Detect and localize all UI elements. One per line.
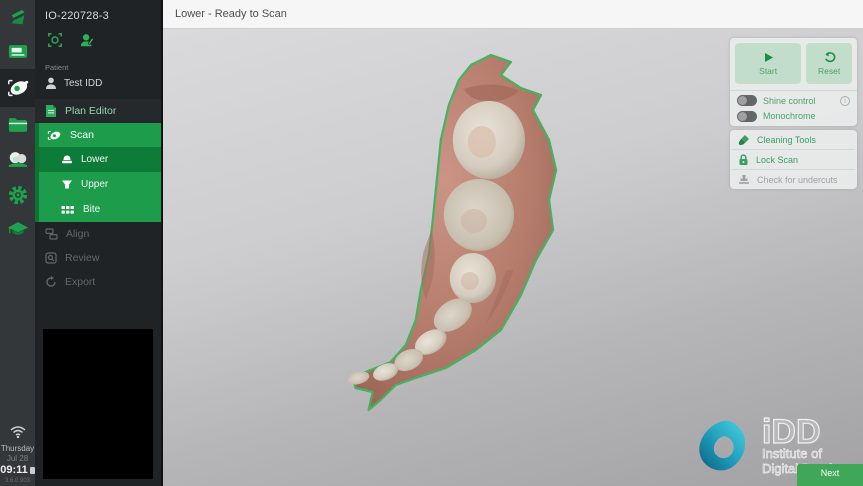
scan-controls: Start Reset Shine control i	[730, 38, 857, 193]
nav-plan-editor[interactable]: Plan Editor	[35, 99, 161, 123]
cleaning-tools-label: Cleaning Tools	[757, 135, 816, 145]
bite-icon	[61, 205, 75, 215]
brand-logo-icon	[0, 0, 35, 34]
shine-control-row[interactable]: Shine control i	[730, 92, 857, 109]
patient-icon	[45, 77, 57, 90]
reset-label: Reset	[818, 66, 840, 76]
lower-arch-icon	[61, 154, 73, 165]
app-version: 3.6.0.903	[0, 478, 35, 484]
edit-patient-icon[interactable]	[79, 32, 95, 53]
nav-scan-upper[interactable]: Upper	[39, 172, 161, 197]
scan-capture-icon[interactable]	[47, 32, 63, 53]
system-status: Thursday Jul 28 09:11 3.6.0.903	[0, 426, 35, 486]
nav-review-label: Review	[65, 252, 99, 264]
tools-card: Cleaning Tools Lock Scan Check for under…	[730, 130, 857, 189]
case-panel: IO-220728-3 Patient Test IDD Plan Editor	[35, 0, 163, 486]
next-button[interactable]: Next	[797, 464, 863, 486]
cases-folder-icon[interactable]	[0, 107, 35, 142]
reset-button[interactable]: Reset	[806, 43, 852, 84]
nav-review[interactable]: Review	[35, 246, 161, 270]
nav-plan-editor-label: Plan Editor	[65, 105, 116, 117]
scanner-icon[interactable]	[0, 69, 35, 107]
nav-export[interactable]: Export	[35, 270, 161, 294]
case-id: IO-220728-3	[35, 0, 161, 30]
topbar: Lower - Ready to Scan	[163, 0, 863, 29]
patient-name: Test IDD	[64, 78, 102, 89]
upper-arch-icon	[61, 179, 73, 190]
device-panel-icon[interactable]	[0, 34, 35, 69]
brush-icon	[738, 134, 750, 146]
main-area: Lower - Ready to Scan	[163, 0, 863, 486]
case-actions	[35, 30, 161, 61]
shine-control-toggle[interactable]	[737, 95, 757, 106]
undercut-icon	[738, 174, 750, 185]
lock-scan-label: Lock Scan	[756, 155, 798, 165]
review-icon	[45, 252, 57, 264]
patient-label: Patient	[35, 61, 161, 74]
app-window: Thursday Jul 28 09:11 3.6.0.903 IO-22072…	[0, 0, 863, 486]
status-date: Jul 28	[0, 454, 35, 463]
cleaning-tools-button[interactable]: Cleaning Tools	[730, 130, 857, 149]
export-icon	[45, 276, 57, 288]
info-icon[interactable]: i	[840, 96, 850, 106]
scan-status-text: Lower - Ready to Scan	[175, 8, 287, 20]
monochrome-row[interactable]: Monochrome	[730, 109, 857, 126]
nav-scan[interactable]: Scan	[39, 123, 161, 147]
monochrome-toggle[interactable]	[737, 111, 757, 122]
wifi-icon	[10, 426, 26, 438]
shine-control-label: Shine control	[763, 96, 834, 106]
nav-align-label: Align	[66, 228, 89, 240]
nav-scan-label: Scan	[70, 129, 94, 141]
lock-icon	[738, 154, 749, 166]
lock-scan-button[interactable]: Lock Scan	[730, 150, 857, 169]
nav-export-label: Export	[65, 276, 95, 288]
nav-scan-upper-label: Upper	[81, 179, 108, 190]
nav-scan-lower[interactable]: Lower	[39, 147, 161, 172]
nav-scan-bite[interactable]: Bite	[39, 197, 161, 222]
monochrome-label: Monochrome	[763, 111, 850, 121]
camera-preview	[43, 329, 153, 479]
patient-row[interactable]: Test IDD	[35, 74, 161, 99]
nav-align[interactable]: Align	[35, 222, 161, 246]
check-undercuts-label: Check for undercuts	[757, 175, 838, 185]
document-icon	[45, 104, 57, 118]
scan-icon	[47, 129, 62, 142]
academy-cap-icon[interactable]	[0, 212, 35, 247]
3d-viewport[interactable]: Start Reset Shine control i	[163, 29, 863, 486]
nav-scan-lower-label: Lower	[81, 154, 108, 165]
scan-group: Scan Lower Upper Bite	[35, 123, 161, 222]
align-icon	[45, 228, 58, 240]
scan-card: Start Reset Shine control i	[730, 38, 857, 126]
check-undercuts-button[interactable]: Check for undercuts	[730, 170, 857, 189]
icon-rail: Thursday Jul 28 09:11 3.6.0.903	[0, 0, 35, 486]
status-time: 09:11	[0, 464, 35, 476]
denture-icon[interactable]	[0, 142, 35, 177]
nav-scan-bite-label: Bite	[83, 204, 100, 215]
settings-gear-icon[interactable]	[0, 177, 35, 212]
reset-icon	[823, 51, 836, 63]
status-weekday: Thursday	[0, 444, 35, 453]
start-label: Start	[759, 66, 777, 76]
play-icon	[763, 52, 774, 63]
start-button[interactable]: Start	[735, 43, 801, 84]
